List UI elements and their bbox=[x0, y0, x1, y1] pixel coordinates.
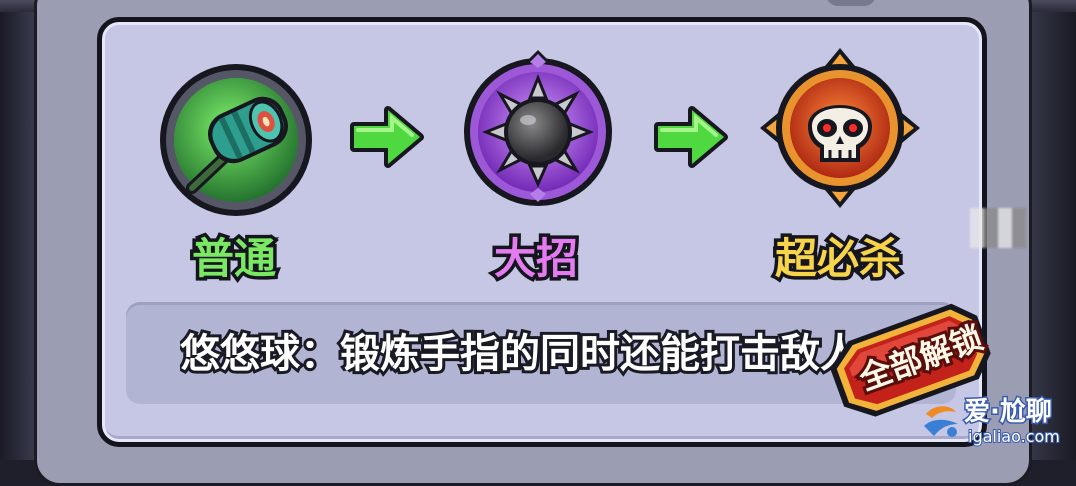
watermark-logo-icon bbox=[920, 400, 962, 442]
skill-super-special[interactable] bbox=[760, 48, 920, 208]
arrow-right-icon bbox=[348, 102, 426, 172]
skill-description: 悠悠球：锻炼手指的同时还能打击敌人 bbox=[180, 328, 863, 380]
watermark-text: 爱·尬聊 bbox=[963, 396, 1054, 429]
spiked-ball-icon bbox=[464, 50, 612, 206]
skill-ultimate[interactable] bbox=[458, 48, 618, 208]
skull-icon bbox=[760, 48, 920, 208]
skill-label-super-special: 超必杀 bbox=[771, 231, 904, 287]
skill-normal[interactable] bbox=[156, 60, 316, 220]
frame-bump bbox=[826, 0, 876, 6]
blurred-patch bbox=[970, 208, 1026, 248]
skill-label-ultimate: 大招 bbox=[490, 231, 581, 287]
screen-edge-left bbox=[0, 0, 38, 460]
watermark: 爱·尬聊 igaliao.com bbox=[920, 396, 1070, 454]
skill-label-normal: 普通 bbox=[188, 231, 279, 287]
arrow-right-icon bbox=[652, 102, 730, 172]
yoyo-icon bbox=[160, 64, 312, 216]
watermark-url: igaliao.com bbox=[967, 426, 1061, 447]
